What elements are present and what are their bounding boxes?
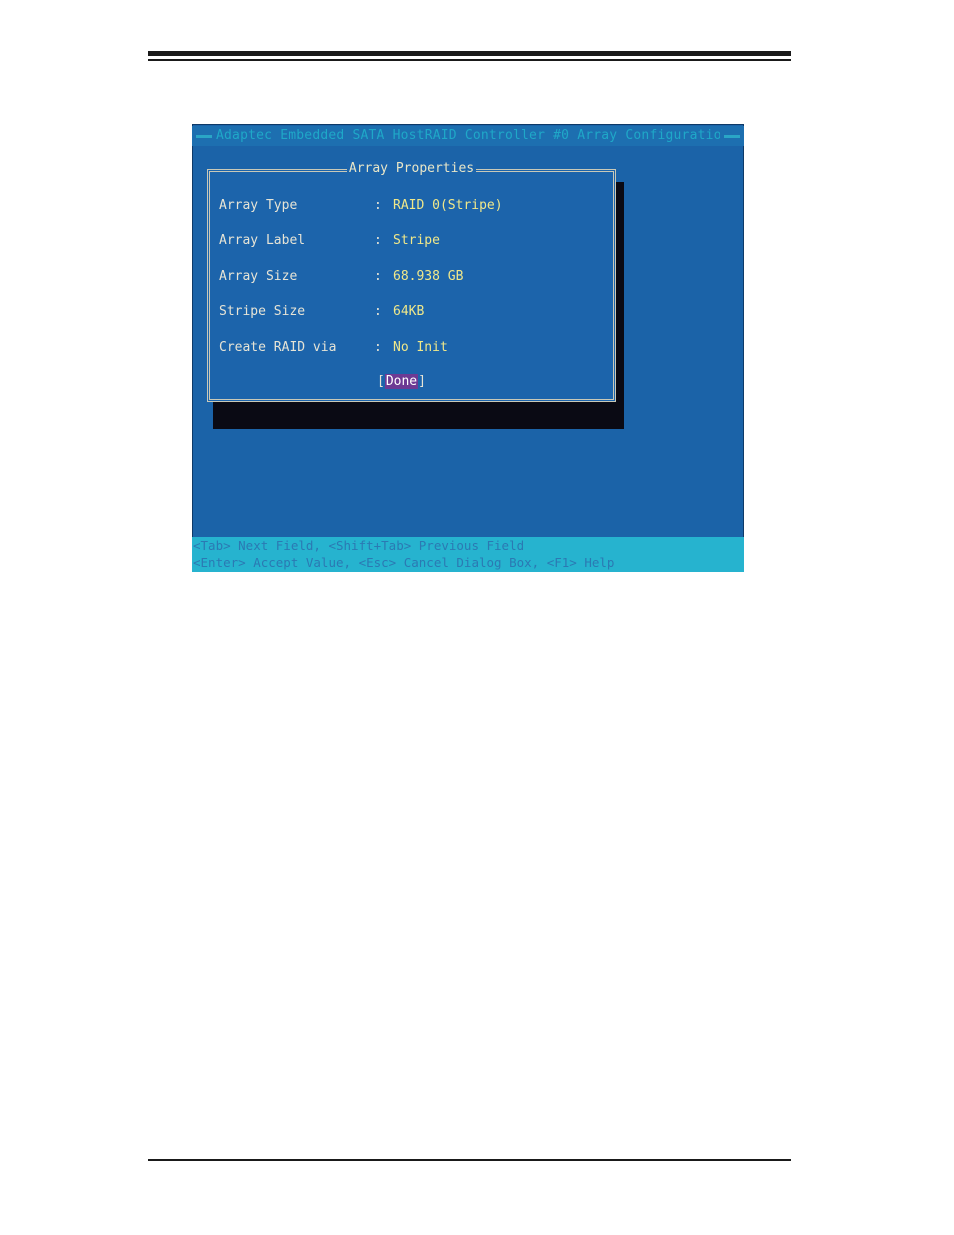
field-array-type: Array Type : RAID 0(Stripe) <box>219 197 599 215</box>
field-label: Array Label <box>219 233 306 248</box>
field-label: Stripe Size <box>219 304 306 319</box>
done-button[interactable]: [Done] <box>377 373 426 391</box>
field-separator: : <box>374 233 382 248</box>
array-properties-dialog: Array Properties Array Type : RAID 0(Str… <box>207 161 616 402</box>
help-line-navigation: <Tab> Next Field, <Shift+Tab> Previous F… <box>193 538 525 553</box>
done-bracket-close: ] <box>418 374 426 389</box>
dialog-title: Array Properties <box>346 161 477 176</box>
field-label: Array Size <box>219 269 298 284</box>
key-help-bar: <Tab> Next Field, <Shift+Tab> Previous F… <box>192 537 744 572</box>
done-bracket-open: [ <box>377 374 385 389</box>
utility-title: Adaptec Embedded SATA HostRAID Controlle… <box>216 128 720 143</box>
field-value[interactable]: Stripe <box>393 232 440 250</box>
field-separator: : <box>374 198 382 213</box>
field-label: Create RAID via <box>219 340 337 355</box>
utility-title-bar: Adaptec Embedded SATA HostRAID Controlle… <box>192 126 744 146</box>
field-label: Array Type <box>219 198 298 213</box>
header-rule-thick <box>148 51 791 56</box>
field-separator: : <box>374 304 382 319</box>
field-separator: : <box>374 340 382 355</box>
help-line-actions: <Enter> Accept Value, <Esc> Cancel Dialo… <box>193 555 615 570</box>
field-value[interactable]: RAID 0(Stripe) <box>393 197 503 215</box>
field-array-size: Array Size : 68.938 GB <box>219 268 599 286</box>
field-separator: : <box>374 269 382 284</box>
field-stripe-size: Stripe Size : 64KB <box>219 303 599 321</box>
done-button-label[interactable]: Done <box>384 374 419 389</box>
field-value[interactable]: 68.938 GB <box>393 268 463 286</box>
field-value[interactable]: 64KB <box>393 303 424 321</box>
bios-screen: Adaptec Embedded SATA HostRAID Controlle… <box>192 124 744 572</box>
title-dash-left <box>196 134 212 138</box>
title-dash-right <box>724 134 740 138</box>
field-create-raid-via: Create RAID via : No Init <box>219 339 599 357</box>
field-value[interactable]: No Init <box>393 339 448 357</box>
footer-rule <box>148 1159 791 1161</box>
field-array-label: Array Label : Stripe <box>219 232 599 250</box>
header-rule-thin <box>148 59 791 61</box>
